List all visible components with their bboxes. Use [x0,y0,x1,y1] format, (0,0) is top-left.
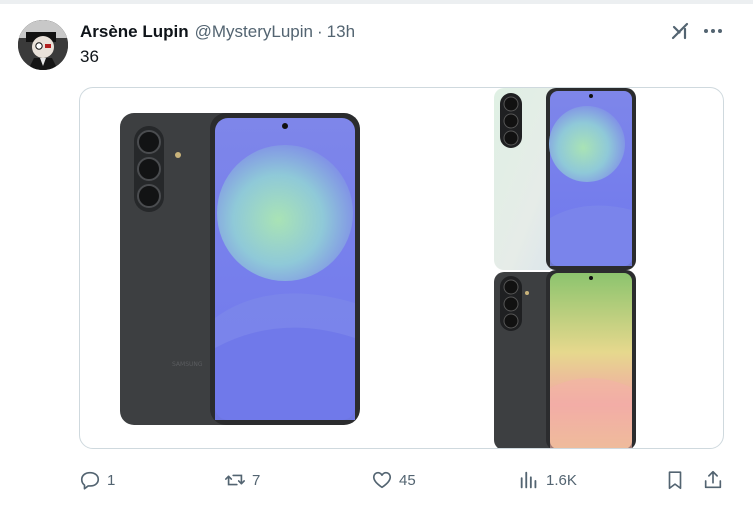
user-handle[interactable]: @MysteryLupin [195,22,313,42]
analytics-icon [520,471,537,489]
repost-count: 7 [252,471,261,489]
top-divider [0,0,753,4]
views-button[interactable]: 1.6K [518,466,577,494]
phone-green-pair [494,270,636,448]
tweet-header: Arsène Lupin @MysteryLupin · 13h [80,20,355,44]
media-grid[interactable]: SAMSUNG [79,87,724,449]
avatar-image [18,20,68,70]
svg-text:SAMSUNG: SAMSUNG [172,361,203,368]
share-button[interactable] [702,466,724,494]
tweet-text: 36 [80,47,99,66]
separator: · [316,22,323,41]
phone-front-large [210,113,360,425]
phone-mint-pair [494,88,636,270]
media-image: SAMSUNG [120,88,636,448]
reply-count: 1 [107,471,116,489]
timestamp[interactable]: 13h [327,22,355,42]
bookmark-button[interactable] [664,466,686,494]
avatar[interactable] [18,20,68,70]
action-bar: 1 7 45 1.6K [0,466,753,494]
share-icon [704,470,722,489]
more-icon[interactable] [700,19,726,43]
reply-icon [80,471,100,490]
display-name[interactable]: Arsène Lupin [80,22,189,42]
grok-icon[interactable] [668,19,692,43]
bookmark-icon [668,471,682,490]
heart-icon [372,471,392,489]
tweet-card[interactable]: Arsène Lupin @MysteryLupin · 13h 36 SAMS… [0,0,753,507]
reply-button[interactable]: 1 [79,466,115,494]
repost-button[interactable]: 7 [224,466,260,494]
like-button[interactable]: 45 [371,466,416,494]
like-count: 45 [399,471,416,489]
repost-icon [225,474,245,486]
views-count: 1.6K [546,471,577,489]
